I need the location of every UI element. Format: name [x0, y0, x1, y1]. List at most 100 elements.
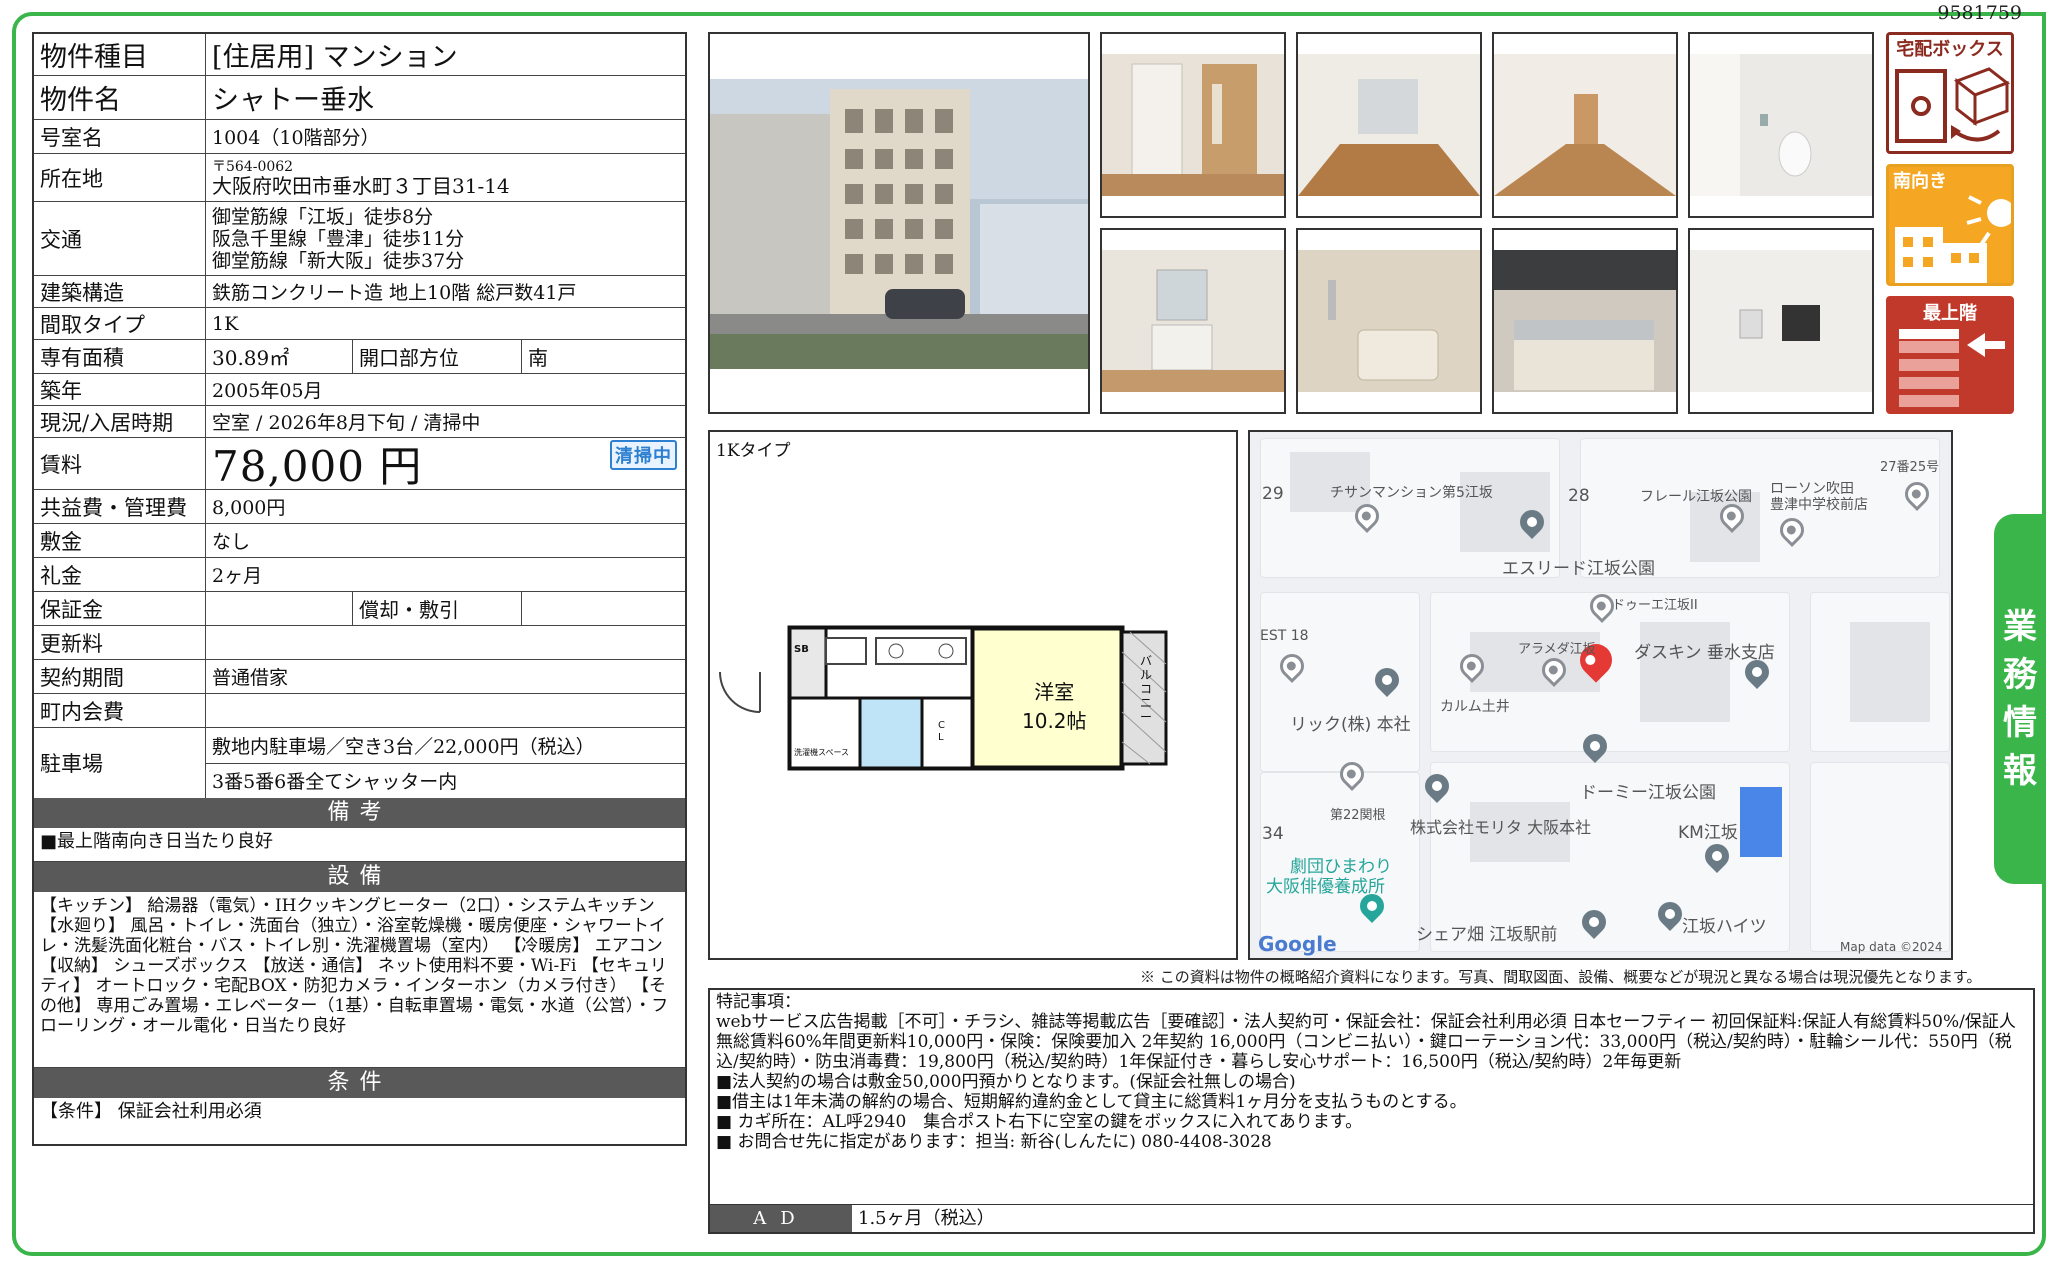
special-notes-panel: 特記事項： webサービス広告掲載［不可］・チラシ、雑誌等掲載広告［要確認］・法…	[708, 988, 2035, 1234]
interior-photo-room	[1296, 32, 1482, 218]
row-community: 町内会費	[34, 694, 685, 728]
remarks-body: ■最上階南向き日当たり良好	[34, 828, 685, 862]
equipment-heading: 設備	[34, 862, 685, 892]
map-label: 28	[1568, 486, 1590, 506]
row-built: 築年 2005年05月	[34, 374, 685, 406]
cleaning-badge: 清掃中	[610, 440, 677, 470]
row-parking: 駐車場 敷地内駐車場／空き3台／22,000円（税込） 3番5番6番全てシャッタ…	[34, 728, 685, 798]
floorplan-drawing	[719, 625, 1168, 771]
label-transport: 交通	[34, 202, 206, 275]
value-contract: 普通借家	[212, 667, 289, 689]
value-amortization	[522, 592, 534, 625]
label-key-money: 礼金	[34, 558, 206, 591]
delivery-box-tag: 宅配ボックス	[1886, 32, 2014, 154]
label-room: 号室名	[34, 120, 206, 153]
row-renewal: 更新料	[34, 626, 685, 660]
room-label: 洋室 10.2帖	[1022, 676, 1087, 734]
map-label: フレール江坂公園	[1640, 489, 1752, 505]
label-contract: 契約期間	[34, 660, 206, 693]
map-label: ドゥーエ江坂II	[1612, 598, 1698, 613]
label-area: 専有面積	[34, 340, 206, 373]
interior-photo-washroom	[1100, 228, 1286, 414]
washroom-image	[1102, 230, 1284, 412]
corridor-image	[1494, 34, 1676, 216]
label-amortization: 償却・敷引	[352, 592, 522, 625]
map-label: 豊津中学校前店	[1770, 497, 1868, 513]
value-address: 〒564-0062 大阪府吹田市垂水町３丁目31-14	[206, 154, 685, 201]
special-notes-line: webサービス広告掲載［不可］・チラシ、雑誌等掲載広告［要確認］・法人契約可・保…	[716, 1012, 2016, 1072]
side-tab-char: 情	[2003, 703, 2037, 743]
row-area: 専有面積 30.89㎡ 開口部方位 南	[34, 340, 685, 374]
top-floor-tag: 最上階	[1886, 296, 2014, 414]
interior-photo-kitchen	[1492, 228, 1678, 414]
label-layout: 間取タイプ	[34, 308, 206, 339]
special-notes-line: ■ お問合せ先に指定があります：担当: 新谷(しんたに) 080-4408-30…	[716, 1132, 1272, 1152]
value-key-money: 2ヶ月	[212, 565, 263, 587]
sb-label: SB	[794, 644, 809, 655]
room-size: 10.2帖	[1022, 709, 1087, 733]
label-guarantee: 保証金	[34, 592, 206, 625]
map-label: シェア畑 江坂駅前	[1416, 925, 1558, 945]
south-facing-label: 南向き	[1893, 171, 1947, 192]
south-facing-tag: 南向き	[1886, 164, 2014, 286]
row-property-type: 物件種目 [住居用] マンション	[34, 34, 685, 76]
value-built: 2005年05月	[212, 380, 323, 402]
building-exterior-image	[710, 34, 1088, 412]
property-info-table: 物件種目 [住居用] マンション 物件名 シャトー垂水 号室名 1004（10階…	[32, 32, 687, 1146]
closet-label: CL	[938, 720, 945, 743]
map-label: 29	[1262, 484, 1284, 504]
top-floor-icon	[1899, 329, 2005, 407]
map-label: KM江坂	[1678, 823, 1738, 843]
interior-photo-bathroom	[1296, 228, 1482, 414]
row-room: 号室名 1004（10階部分）	[34, 120, 685, 154]
floorplan-panel: 1Kタイプ SB 洋室 10.2帖 バルコニー CL 洗濯機スペース	[708, 430, 1238, 960]
area-map[interactable]: 29 チサンマンション第5江坂 28 フレール江坂公園 ローソン吹田 豊津中学校…	[1248, 430, 1953, 960]
equipment-body: 【キッチン】 給湯器（電気）・IHクッキングヒーター（2口）・システムキッチン …	[34, 892, 685, 1068]
balcony-label: バルコニー	[1140, 654, 1153, 724]
ad-row: AD 1.5ヶ月（税込）	[710, 1204, 2033, 1232]
map-label: 27番25号	[1880, 460, 1940, 475]
map-label: アラメダ江坂	[1518, 642, 1596, 657]
map-label: チサンマンション第5江坂	[1330, 485, 1493, 501]
label-rent: 賃料	[34, 438, 206, 489]
value-direction: 南	[528, 346, 548, 370]
room-name: 洋室	[1034, 680, 1075, 704]
map-label: 株式会社モリタ 大阪本社	[1410, 818, 1592, 837]
value-guarantee	[206, 592, 352, 625]
delivery-box-label: 宅配ボックス	[1896, 39, 2004, 60]
special-notes-line: ■法人契約の場合は敷金50,000円預かりとなります。(保証会社無しの場合)	[716, 1072, 1296, 1092]
transport-line: 阪急千里線「豊津」徒歩11分	[212, 227, 465, 250]
label-fee: 共益費・管理費	[34, 490, 206, 523]
row-key-money: 礼金 2ヶ月	[34, 558, 685, 592]
value-transport: 御堂筋線「江坂」徒歩8分 阪急千里線「豊津」徒歩11分 御堂筋線「新大阪」徒歩3…	[206, 202, 685, 275]
interior-photo-corridor	[1492, 32, 1678, 218]
room-image	[1298, 34, 1480, 216]
toilet-image	[1690, 34, 1872, 216]
map-label: ドーミー江坂公園	[1580, 783, 1716, 803]
row-layout: 間取タイプ 1K	[34, 308, 685, 340]
interior-photo-toilet	[1688, 32, 1874, 218]
parking-line-1: 敷地内駐車場／空き3台／22,000円（税込）	[206, 728, 685, 764]
map-building	[1850, 622, 1930, 722]
document-id: 9581759	[1937, 2, 2022, 24]
parking-line-2: 3番5番6番全てシャッター内	[212, 771, 458, 794]
transport-line: 御堂筋線「江坂」徒歩8分	[212, 205, 434, 228]
postal-code: 〒564-0062	[212, 158, 294, 175]
label-parking: 駐車場	[34, 728, 206, 798]
label-deposit: 敷金	[34, 524, 206, 557]
value-rent: 78,000 円 清掃中	[206, 438, 685, 491]
exterior-photo	[708, 32, 1090, 414]
label-community: 町内会費	[34, 694, 206, 727]
value-fee: 8,000円	[212, 497, 286, 519]
special-notes-text: 特記事項： webサービス広告掲載［不可］・チラシ、雑誌等掲載広告［要確認］・法…	[710, 990, 2033, 1154]
google-logo: Google	[1258, 932, 1337, 956]
closet-image	[1102, 34, 1284, 216]
map-label: EST 18	[1260, 628, 1309, 644]
conditions-body: 【条件】 保証会社利用必須	[40, 1101, 262, 1122]
map-label: リック(株) 本社	[1290, 715, 1411, 735]
remarks-heading: 備考	[34, 798, 685, 828]
transport-line: 御堂筋線「新大阪」徒歩37分	[212, 249, 465, 272]
business-info-tab[interactable]: 業 務 情 報	[1994, 514, 2046, 884]
special-notes-line: ■借主は1年未満の解約の場合、短期解約違約金として貸主に総賃料1ヶ月分を支払うも…	[716, 1092, 1467, 1112]
side-tab-char: 務	[2003, 655, 2037, 695]
